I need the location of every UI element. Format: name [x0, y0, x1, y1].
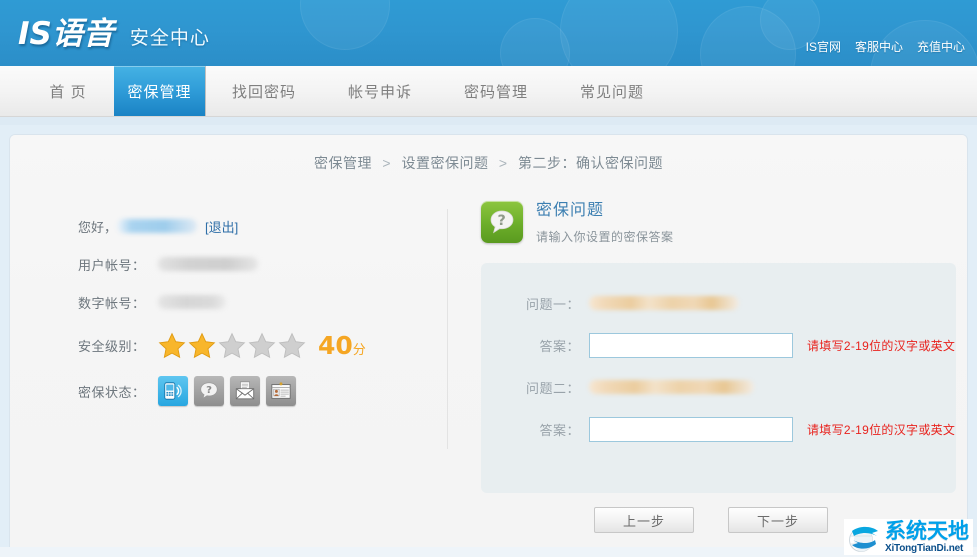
question-mark-icon[interactable]: ? — [194, 376, 224, 406]
answer-1-hint: 请填写2-19位的汉字或英文 — [807, 338, 956, 353]
watermark-text: 系统天地 XiTongTianDi.net — [885, 521, 969, 554]
nav-item-home[interactable]: 首 页 — [22, 66, 114, 116]
nav-item-retrieve-password[interactable]: 找回密码 — [206, 66, 322, 116]
security-status-icons: ? — [158, 376, 296, 406]
security-score-number: 40 — [318, 330, 353, 360]
star-empty-icon — [278, 332, 306, 358]
star-empty-icon — [218, 332, 246, 358]
security-question-column: ? 密保问题 请输入你设置的密保答案 问题一： 答案： 请填写2-19位的汉字或… — [447, 199, 967, 533]
question-2-value — [589, 380, 754, 394]
header-links: IS官网 客服中心 充值中心 — [806, 38, 965, 55]
star-filled-icon — [188, 332, 216, 358]
link-recharge-center[interactable]: 充值中心 — [917, 38, 965, 55]
watermark-cn: 系统天地 — [885, 520, 969, 543]
account-info-column: 您好， [退出] 用户帐号： 数字帐号： 安全级别： 40分 密保状态： ? — [10, 199, 447, 533]
number-account-label: 数字帐号： — [78, 295, 146, 311]
page-background: 密保管理 > 设置密保问题 > 第二步：确认密保问题 您好， [退出] 用户帐号… — [0, 125, 977, 557]
question-1-value — [589, 296, 739, 310]
decorative-bubble — [560, 0, 678, 66]
answer-1-label: 答案： — [539, 338, 580, 354]
content-body: 您好， [退出] 用户帐号： 数字帐号： 安全级别： 40分 密保状态： ? ?… — [10, 199, 967, 533]
answer-1-row: 答案： 请填写2-19位的汉字或英文 — [481, 331, 956, 359]
nav-bottom-strip — [0, 117, 977, 125]
question-2-label: 问题二： — [525, 380, 580, 396]
question-bubble-icon: ? — [481, 201, 523, 243]
question-panel-header: ? 密保问题 请输入你设置的密保答案 — [481, 201, 967, 245]
site-header: IS语音 安全中心 IS官网 客服中心 充值中心 — [0, 0, 977, 66]
svg-text:?: ? — [497, 213, 505, 229]
star-filled-icon — [158, 332, 186, 358]
breadcrumb: 密保管理 > 设置密保问题 > 第二步：确认密保问题 — [10, 135, 967, 173]
answer-1-input[interactable] — [589, 332, 793, 358]
security-status-label: 密保状态： — [78, 384, 146, 400]
answer-2-row: 答案： 请填写2-19位的汉字或英文 — [481, 415, 956, 443]
question-panel-subtitle: 请输入你设置的密保答案 — [536, 230, 674, 244]
decorative-bubble — [300, 0, 390, 50]
answer-2-label: 答案： — [539, 422, 580, 438]
page-footer — [0, 547, 977, 557]
breadcrumb-separator: > — [382, 155, 392, 171]
link-official-site[interactable]: IS官网 — [806, 38, 841, 55]
number-account-value — [158, 295, 226, 309]
username-value — [117, 219, 198, 233]
nav-item-password-management[interactable]: 密码管理 — [438, 66, 554, 116]
watermark: 系统天地 XiTongTianDi.net — [844, 519, 973, 555]
number-account-row: 数字帐号： — [78, 283, 447, 321]
security-level-stars — [158, 332, 306, 359]
content-panel: 密保管理 > 设置密保问题 > 第二步：确认密保问题 您好， [退出] 用户帐号… — [10, 135, 967, 555]
security-score: 40分 — [318, 331, 366, 360]
user-account-value — [158, 257, 258, 271]
security-score-unit: 分 — [352, 342, 366, 358]
breadcrumb-separator: > — [498, 155, 508, 171]
nav-item-security-management[interactable]: 密保管理 — [114, 66, 206, 116]
user-account-row: 用户帐号： — [78, 245, 447, 283]
mobile-phone-icon[interactable] — [158, 376, 188, 406]
star-empty-icon — [248, 332, 276, 358]
id-card-icon[interactable] — [266, 376, 296, 406]
link-service-center[interactable]: 客服中心 — [855, 38, 903, 55]
security-status-row: 密保状态： ? — [78, 369, 447, 413]
next-step-button[interactable]: 下一步 — [728, 507, 828, 533]
answer-2-input[interactable] — [589, 416, 793, 442]
question-panel-title: 密保问题 — [536, 202, 605, 219]
watermark-en: XiTongTianDi.net — [885, 543, 964, 554]
nav-item-faq[interactable]: 常见问题 — [554, 66, 670, 116]
email-icon[interactable] — [230, 376, 260, 406]
logo-secondary-text: 安全中心 — [129, 28, 210, 49]
question-2-row: 问题二： — [481, 373, 956, 401]
security-level-label: 安全级别： — [78, 338, 146, 354]
site-logo[interactable]: IS语音 安全中心 — [18, 8, 210, 53]
security-level-row: 安全级别： 40分 — [78, 321, 447, 369]
greeting-row: 您好， [退出] — [78, 207, 447, 245]
breadcrumb-item-1[interactable]: 密保管理 — [314, 155, 372, 171]
nav-item-account-appeal[interactable]: 帐号申诉 — [322, 66, 438, 116]
question-1-row: 问题一： — [481, 289, 956, 317]
globe-arrow-icon — [849, 526, 878, 552]
breadcrumb-item-3: 第二步：确认密保问题 — [517, 155, 663, 171]
answer-form-box: 问题一： 答案： 请填写2-19位的汉字或英文 问题二： 答案： 请填写2-19… — [481, 263, 956, 493]
user-account-label: 用户帐号： — [78, 257, 146, 273]
answer-2-hint: 请填写2-19位的汉字或英文 — [807, 422, 956, 437]
svg-text:?: ? — [206, 385, 212, 396]
column-divider — [447, 209, 448, 449]
main-navigation: 首 页 密保管理 找回密码 帐号申诉 密码管理 常见问题 — [0, 66, 977, 117]
question-panel-titles: 密保问题 请输入你设置的密保答案 — [536, 201, 674, 245]
previous-step-button[interactable]: 上一步 — [594, 507, 694, 533]
question-1-label: 问题一： — [525, 296, 580, 312]
logout-link[interactable]: [退出] — [205, 217, 238, 236]
greeting-label: 您好， — [78, 219, 118, 235]
logo-primary-text: IS语音 — [18, 16, 114, 52]
breadcrumb-item-2[interactable]: 设置密保问题 — [402, 155, 489, 171]
